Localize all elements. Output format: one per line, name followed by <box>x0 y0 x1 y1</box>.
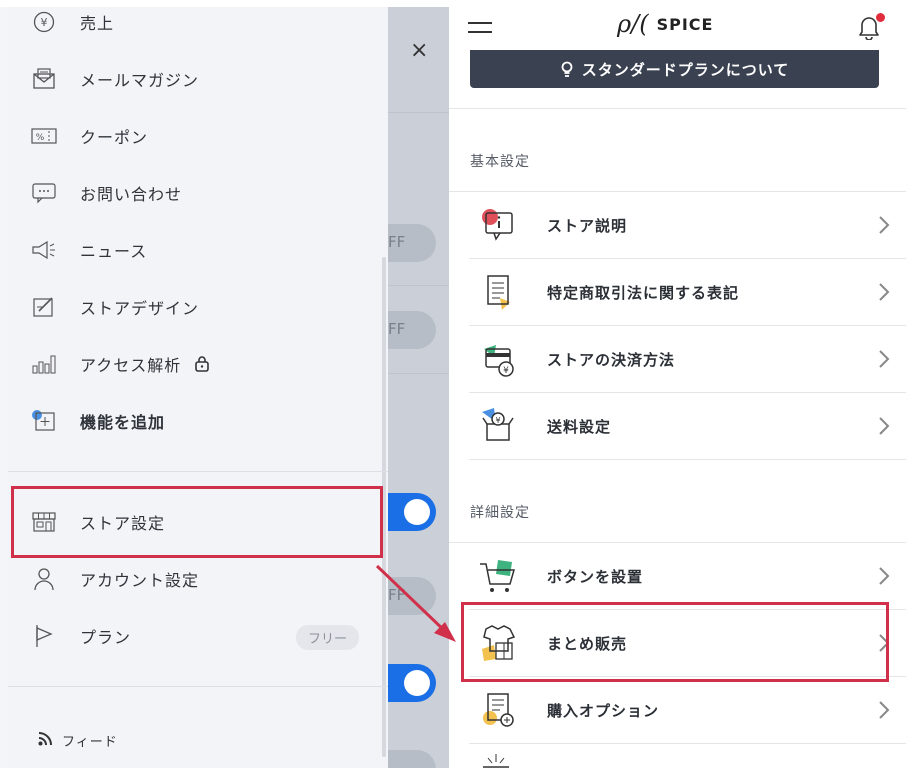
standard-plan-banner[interactable]: スタンダードプランについて <box>470 50 879 88</box>
yen-circle-icon: ¥ <box>8 11 80 33</box>
add-feature-icon <box>8 409 80 433</box>
menu-item-label: アクセス解析 <box>80 356 182 375</box>
partial-next-icon <box>481 750 511 768</box>
chevron-right-icon <box>862 215 906 235</box>
chevron-right-icon <box>862 416 906 436</box>
rss-icon <box>38 731 52 750</box>
settings-row-legal-notice[interactable]: 特定商取引法に関する表記 <box>449 259 906 325</box>
menu-item-news[interactable]: ニュース <box>8 228 378 272</box>
menu-item-label: お問い合わせ <box>80 185 183 204</box>
notification-dot <box>876 13 885 22</box>
menu-item-coupon[interactable]: % クーポン <box>8 114 378 158</box>
megaphone-icon <box>8 241 80 259</box>
row-divider <box>469 743 906 744</box>
logo-text: SPICE <box>656 14 714 34</box>
brand-logo[interactable]: ρ/( SPICE <box>617 10 713 38</box>
settings-row-payment-methods[interactable]: ¥ ストアの決済方法 <box>449 326 906 392</box>
settings-row-label: ストア説明 <box>547 216 628 235</box>
section-title-basic: 基本設定 <box>470 154 530 170</box>
menu-item-analytics[interactable]: アクセス解析 <box>8 342 378 386</box>
menu-icon[interactable] <box>468 22 492 40</box>
chevron-right-icon <box>862 700 906 720</box>
cart-icon <box>449 543 547 609</box>
close-icon[interactable]: × <box>410 38 428 63</box>
menu-item-plan[interactable]: プラン フリー <box>8 614 378 658</box>
document-icon <box>449 259 547 325</box>
background-app-panel <box>388 7 449 768</box>
menu-item-label: ニュース <box>80 242 148 261</box>
svg-text:¥: ¥ <box>41 16 48 29</box>
menu-item-sales[interactable]: ¥ 売上 <box>8 0 378 44</box>
banner-label: スタンダードプランについて <box>581 60 790 79</box>
settings-row-label: 購入オプション <box>547 701 660 720</box>
menu-item-mail-magazine[interactable]: メールマガジン <box>8 57 378 101</box>
menu-item-label: ストアデザイン <box>80 299 200 318</box>
background-divider <box>388 112 449 113</box>
user-icon <box>8 567 80 591</box>
lock-icon <box>195 356 210 372</box>
design-pencil-icon <box>8 296 80 318</box>
highlight-box-bundle-sales <box>461 602 889 682</box>
chevron-right-icon <box>862 349 906 369</box>
flag-icon <box>8 624 80 648</box>
svg-text:¥: ¥ <box>503 366 509 376</box>
settings-row-label: 送料設定 <box>547 417 612 436</box>
logo-script: ρ/( <box>617 10 649 38</box>
menu-item-contact[interactable]: お問い合わせ <box>8 171 378 215</box>
menu-divider <box>8 471 388 472</box>
svg-text:%: % <box>36 133 45 143</box>
menu-item-label: 売上 <box>80 14 115 33</box>
credit-card-yen-icon: ¥ <box>449 326 547 392</box>
box-yen-icon: ¥ <box>449 393 547 459</box>
side-drawer: ¥ 売上 メールマガジン % クーポン お問い合わせ ニュース ストアデザイン … <box>8 7 388 768</box>
document-plus-icon <box>449 677 547 743</box>
settings-row-store-description[interactable]: ストア説明 <box>449 192 906 258</box>
mail-icon <box>8 68 80 90</box>
svg-text:¥: ¥ <box>495 416 500 425</box>
menu-item-add-feature[interactable]: 機能を追加 <box>8 399 378 443</box>
menu-item-store-design[interactable]: ストアデザイン <box>8 285 378 329</box>
menu-item-label: メールマガジン <box>80 71 200 90</box>
menu-divider <box>8 686 388 687</box>
menu-item-label: クーポン <box>80 128 149 147</box>
toggle-text: FF <box>388 233 406 251</box>
menu-item-feed[interactable]: フィード <box>38 731 118 750</box>
menu-item-label: アカウント設定 <box>80 571 200 590</box>
menu-item-label: 機能を追加 <box>80 413 166 432</box>
plan-badge: フリー <box>296 625 360 650</box>
chevron-right-icon <box>862 282 906 302</box>
highlight-box-store-settings <box>11 486 383 558</box>
row-divider <box>469 459 906 460</box>
menu-item-label: フィード <box>62 735 118 750</box>
settings-row-label: ストアの決済方法 <box>547 350 676 369</box>
section-divider <box>449 108 906 109</box>
lightbulb-icon <box>560 61 574 77</box>
section-title-advanced: 詳細設定 <box>470 505 530 521</box>
chat-bubble-icon <box>8 182 80 204</box>
menu-item-label: プラン <box>80 628 132 647</box>
settings-row-purchase-options[interactable]: 購入オプション <box>449 677 906 743</box>
menu-item-account-settings[interactable]: アカウント設定 <box>8 557 378 601</box>
background-divider <box>388 373 449 374</box>
settings-row-label: 特定商取引法に関する表記 <box>547 283 740 302</box>
settings-row-label: ボタンを設置 <box>547 567 644 586</box>
toggle-text: FF <box>388 586 406 604</box>
left-screenshot: × FF FF FF ¥ 売上 メールマガジン % クーポン お問い合わせ ニュ… <box>0 0 449 768</box>
settings-row-shipping[interactable]: ¥ 送料設定 <box>449 393 906 459</box>
background-divider <box>388 285 449 286</box>
chevron-right-icon <box>862 566 906 586</box>
bar-chart-icon <box>8 354 80 374</box>
coupon-icon: % <box>8 128 80 144</box>
settings-row-install-button[interactable]: ボタンを設置 <box>449 543 906 609</box>
toggle-text: FF <box>388 320 406 338</box>
info-card-icon <box>449 192 547 258</box>
